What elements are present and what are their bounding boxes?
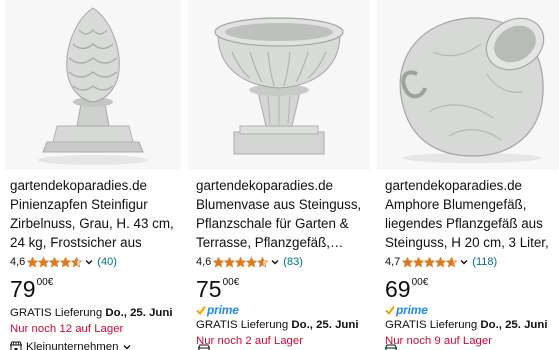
price-whole: 79 [10,276,36,302]
star-icon [424,256,436,267]
amphora-planter-image [377,0,559,170]
price-whole: 75 [196,276,222,302]
delivery-date: Do., 25. Juni [291,319,359,331]
product-info: gartendekoparadies.de Pinienzapfen Stein… [10,176,177,350]
star-icon [213,256,225,267]
star-icon [446,256,458,267]
star-icon [27,256,39,267]
small-business-icon [198,344,210,350]
prime-check-icon [196,305,206,315]
review-count-link[interactable]: (118) [472,256,497,268]
product-brand: gartendekoparadies.de [385,178,522,193]
price-fraction: 00€ [411,277,429,288]
star-icon [257,256,269,267]
stock-warning: Nur noch 9 auf Lager [385,335,493,347]
star-rating[interactable] [402,256,458,268]
price-fraction: 00€ [222,277,240,288]
prime-label: prime [207,303,239,317]
product-title: Blumenvase aus Steinguss, Pflanzschale f… [196,197,362,250]
price[interactable]: 69 00€ [385,275,555,305]
delivery-prefix: GRATIS Lieferung [10,307,103,319]
star-icon [71,256,83,267]
delivery-prefix: GRATIS Lieferung [385,319,478,331]
review-count-link[interactable]: (83) [283,256,303,268]
seller-badge[interactable]: Kleinunternehmen [10,338,177,350]
chevron-down-icon[interactable] [84,257,94,267]
star-icon [413,256,425,267]
product-title-link[interactable]: gartendekoparadies.de Pinienzapfen Stein… [10,176,177,252]
chevron-down-icon[interactable] [270,257,280,267]
star-icon [49,256,61,267]
product-info: gartendekoparadies.de Blumenvase aus Ste… [196,176,366,349]
star-icon [60,256,72,267]
product-title: Pinienzapfen Steinfigur Zirbelnuss, Grau… [10,197,174,250]
prime-check-icon [385,305,395,315]
product-image-vase[interactable] [188,0,370,170]
rating-value: 4,6 [10,256,26,268]
star-icon [235,256,247,267]
product-grid: gartendekoparadies.de Pinienzapfen Stein… [0,0,559,350]
star-icon [402,256,414,267]
star-icon [246,256,258,267]
chevron-down-icon[interactable] [459,257,469,267]
product-title: Amphore Blumengefäß, liegendes Pflanzgef… [385,197,549,250]
product-card: gartendekoparadies.de Pinienzapfen Stein… [0,0,181,350]
price-whole: 69 [385,276,411,302]
product-brand: gartendekoparadies.de [10,178,147,193]
star-icon [38,256,50,267]
delivery-prefix: GRATIS Lieferung [196,319,289,331]
rating-row: 4,7 (118) [385,254,555,270]
delivery-info: GRATIS Lieferung Do., 25. Juni [10,305,177,321]
rating-value: 4,7 [385,256,401,268]
review-count-link[interactable]: (40) [97,256,117,268]
product-brand: gartendekoparadies.de [196,178,333,193]
price[interactable]: 79 00€ [10,275,177,305]
delivery-info: GRATIS Lieferung Do., 25. Juni [385,317,555,333]
star-icon [435,256,447,267]
star-rating[interactable] [213,256,269,268]
star-icon [224,256,236,267]
product-card: gartendekoparadies.de Blumenvase aus Ste… [188,0,370,350]
delivery-info: GRATIS Lieferung Do., 25. Juni [196,317,366,333]
star-rating[interactable] [27,256,83,268]
rating-row: 4,6 (83) [196,254,366,270]
product-image-amphora[interactable] [377,0,559,170]
product-image-pinecone[interactable] [5,0,181,170]
chevron-down-icon[interactable] [122,342,132,350]
stone-vase-image [188,0,370,170]
product-title-link[interactable]: gartendekoparadies.de Blumenvase aus Ste… [196,176,366,252]
product-card: gartendekoparadies.de Amphore Blumengefä… [377,0,559,350]
pinecone-statue-image [5,0,181,170]
rating-row: 4,6 (40) [10,254,177,270]
seller-badge-label: Kleinunternehmen [26,341,119,350]
small-business-icon [10,341,22,350]
delivery-date: Do., 25. Juni [105,307,173,319]
price[interactable]: 75 00€ [196,275,366,305]
delivery-date: Do., 25. Juni [480,319,548,331]
product-title-link[interactable]: gartendekoparadies.de Amphore Blumengefä… [385,176,555,252]
prime-badge: prime [385,303,555,317]
stock-warning: Nur noch 12 auf Lager [10,323,124,335]
price-fraction: 00€ [36,277,54,288]
stock-warning: Nur noch 2 auf Lager [196,335,304,347]
rating-value: 4,6 [196,256,212,268]
prime-label: prime [396,303,428,317]
prime-badge: prime [196,303,366,317]
product-info: gartendekoparadies.de Amphore Blumengefä… [385,176,555,349]
small-business-icon [385,344,397,350]
